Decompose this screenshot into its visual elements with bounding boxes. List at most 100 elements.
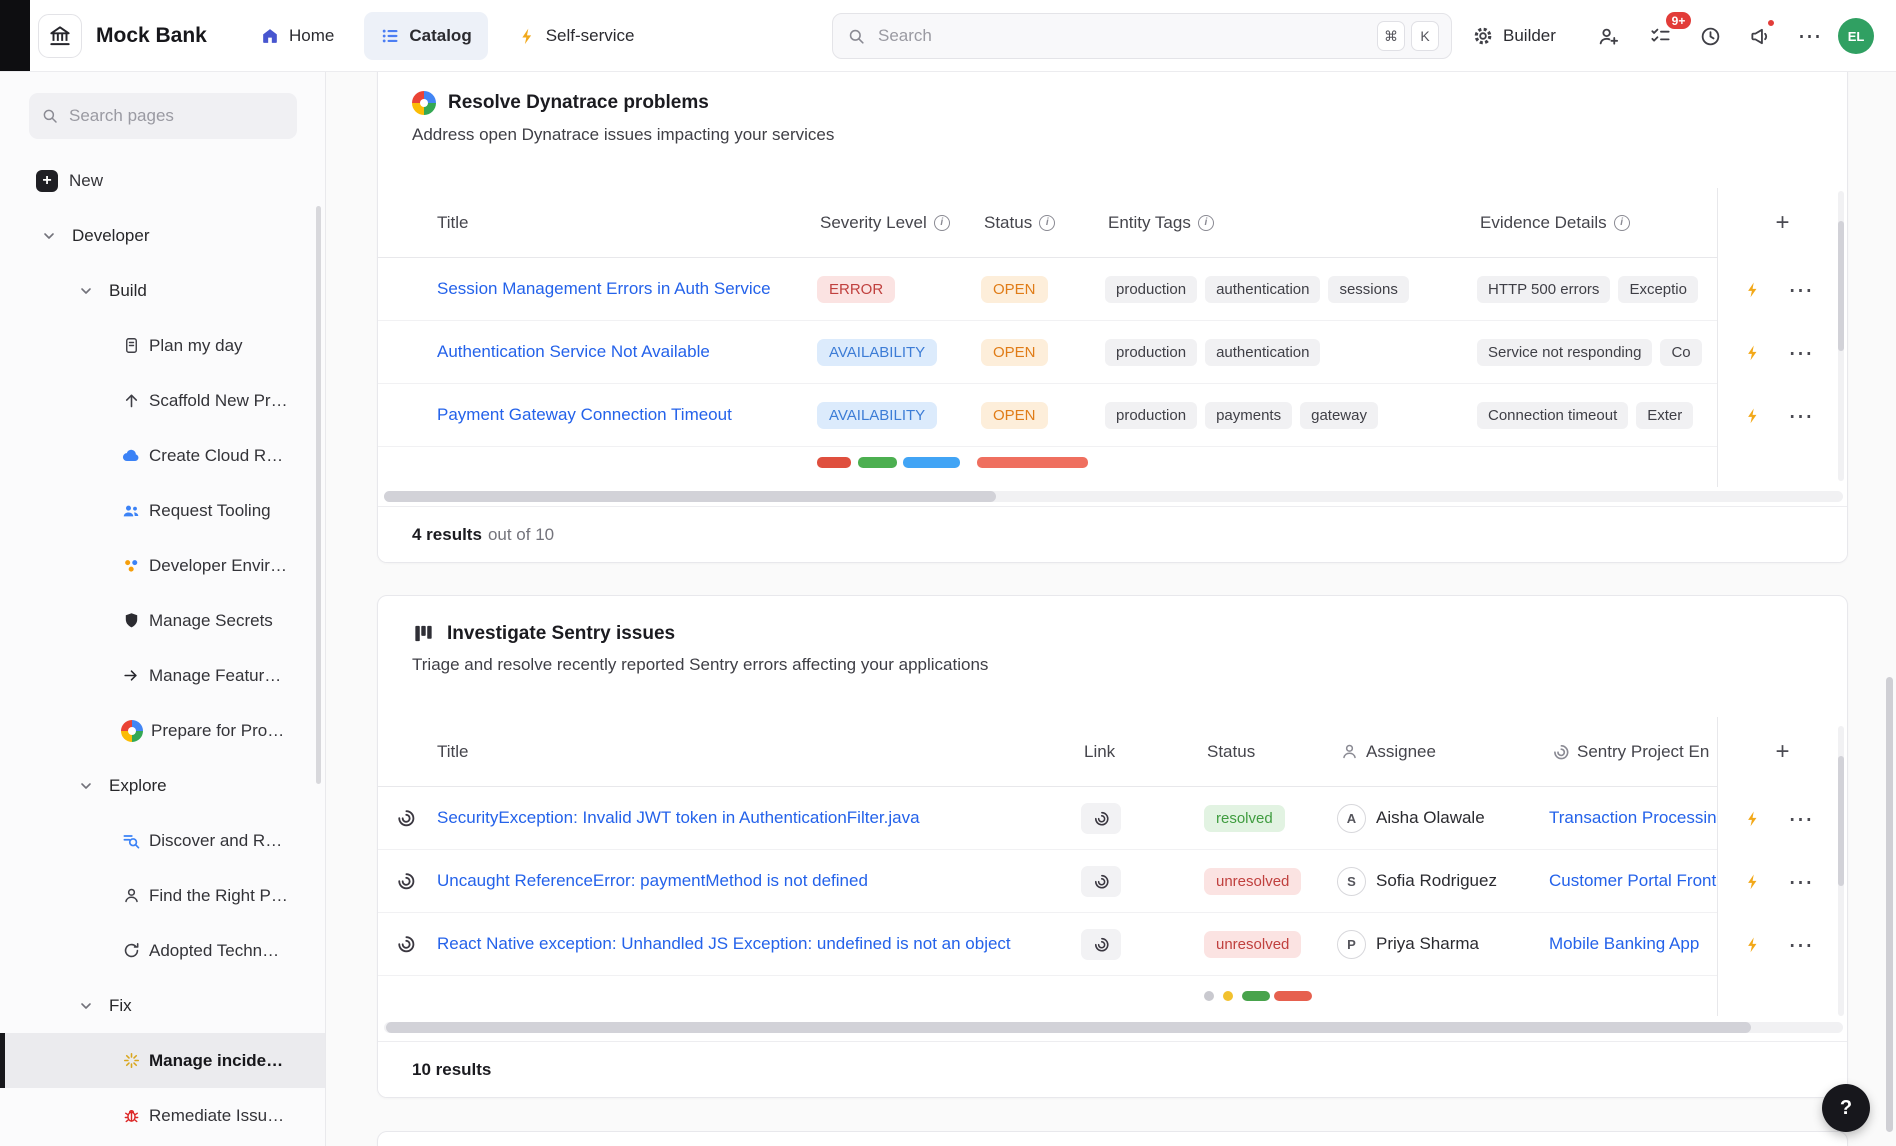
- table-header: Title Link Status Assignee Sentry Projec…: [378, 717, 1847, 787]
- severity-badge: AVAILABILITY: [817, 339, 937, 366]
- nav-catalog[interactable]: Catalog: [364, 12, 487, 60]
- issue-link[interactable]: Uncaught ReferenceError: paymentMethod i…: [437, 871, 868, 890]
- horizontal-scrollbar[interactable]: [384, 491, 1843, 502]
- sidebar-item-developer-environments[interactable]: Developer Envir…: [0, 538, 325, 593]
- page-scrollbar[interactable]: [1886, 677, 1893, 1132]
- more-button[interactable]: ⋯: [1792, 18, 1828, 54]
- tag-pill: authentication: [1205, 339, 1320, 366]
- widget-subtitle: Triage and resolve recently reported Sen…: [378, 655, 1847, 675]
- builder-button[interactable]: Builder: [1472, 0, 1556, 72]
- horizontal-scrollbar[interactable]: [384, 1022, 1843, 1033]
- global-search-input[interactable]: [878, 26, 1371, 46]
- columns-icon: [412, 622, 435, 645]
- evidence-pill: Exter: [1636, 402, 1693, 429]
- sidebar-item-remediate-issues[interactable]: Remediate Issu…: [0, 1088, 325, 1143]
- clipped-badge: [1274, 991, 1312, 1001]
- sidebar-item-adopted-technologies[interactable]: Adopted Techn…: [0, 923, 325, 978]
- sidebar-item-manage-secrets[interactable]: Manage Secrets: [0, 593, 325, 648]
- sidebar-item-manage-incidents[interactable]: Manage incide…: [0, 1033, 325, 1088]
- info-icon[interactable]: i: [1039, 215, 1055, 231]
- add-column-button[interactable]: +: [1717, 717, 1847, 787]
- status-badge: unresolved: [1204, 931, 1301, 958]
- run-action-icon[interactable]: [1744, 936, 1762, 954]
- table-row[interactable]: Payment Gateway Connection Timeout AVAIL…: [378, 384, 1847, 447]
- entity-link[interactable]: Authentication Service Not Available: [437, 342, 710, 361]
- nav-self-service[interactable]: Self-service: [502, 12, 651, 60]
- run-action-icon[interactable]: [1744, 281, 1762, 299]
- brand-name: Mock Bank: [96, 0, 207, 72]
- brand-logo[interactable]: [38, 14, 82, 58]
- entity-link[interactable]: Payment Gateway Connection Timeout: [437, 405, 732, 424]
- issue-link[interactable]: React Native exception: Unhandled JS Exc…: [437, 934, 1011, 953]
- tag-pill: production: [1105, 276, 1197, 303]
- sidebar-item-manage-features[interactable]: Manage Featur…: [0, 648, 325, 703]
- chevron-down-icon: [77, 997, 95, 1015]
- global-search[interactable]: ⌘ K: [832, 13, 1452, 59]
- sidebar-item-discover[interactable]: Discover and R…: [0, 813, 325, 868]
- sidebar-item-prepare-for-production[interactable]: Prepare for Pro…: [0, 703, 325, 758]
- search-doc-icon: [121, 831, 141, 851]
- table-row[interactable]: Authentication Service Not Available AVA…: [378, 321, 1847, 384]
- history-button[interactable]: [1692, 18, 1728, 54]
- megaphone-icon: [1749, 25, 1772, 48]
- tasks-button[interactable]: 9+: [1642, 18, 1678, 54]
- run-action-icon[interactable]: [1744, 810, 1762, 828]
- user-avatar[interactable]: EL: [1838, 18, 1874, 54]
- vertical-scrollbar[interactable]: [1838, 726, 1844, 1016]
- more-icon: ⋯: [1798, 22, 1823, 51]
- sentry-link-button[interactable]: [1081, 803, 1121, 834]
- bank-icon: [47, 23, 73, 49]
- tag-pill: sessions: [1328, 276, 1408, 303]
- table-row[interactable]: Session Management Errors in Auth Servic…: [378, 258, 1847, 321]
- sidebar-scrollbar[interactable]: [316, 206, 321, 784]
- info-icon[interactable]: i: [1198, 215, 1214, 231]
- table-row[interactable]: React Native exception: Unhandled JS Exc…: [378, 913, 1847, 976]
- sidebar-item-request-tooling[interactable]: Request Tooling: [0, 483, 325, 538]
- clipped-badge: [903, 457, 960, 468]
- nav-home[interactable]: Home: [244, 12, 350, 60]
- clipped-badge: [977, 457, 1088, 468]
- assignee-avatar: S: [1337, 867, 1366, 896]
- sidebar-item-plan-my-day[interactable]: Plan my day: [0, 318, 325, 373]
- sidebar-section-build[interactable]: Build: [0, 263, 325, 318]
- info-icon[interactable]: i: [1614, 215, 1630, 231]
- run-action-icon[interactable]: [1744, 873, 1762, 891]
- arrow-right-icon: [121, 666, 141, 686]
- project-link[interactable]: Transaction Processin: [1549, 808, 1717, 827]
- sidebar-search[interactable]: [29, 93, 297, 139]
- sidebar-section-fix[interactable]: Fix: [0, 978, 325, 1033]
- invite-user-icon: [1597, 25, 1620, 48]
- sidebar-search-input[interactable]: [69, 106, 290, 126]
- widget-subtitle: Address open Dynatrace issues impacting …: [378, 125, 1847, 145]
- sidebar-item-find-platform[interactable]: Find the Right P…: [0, 868, 325, 923]
- run-action-icon[interactable]: [1744, 407, 1762, 425]
- primary-nav: Home Catalog Self-service: [244, 12, 651, 60]
- sidebar-section-developer[interactable]: Developer: [0, 208, 325, 263]
- announcements-button[interactable]: [1742, 18, 1778, 54]
- sentry-link-button[interactable]: [1081, 866, 1121, 897]
- table-row[interactable]: Uncaught ReferenceError: paymentMethod i…: [378, 850, 1847, 913]
- vertical-scrollbar[interactable]: [1838, 191, 1844, 481]
- entity-link[interactable]: Session Management Errors in Auth Servic…: [437, 279, 771, 298]
- alert-dot: [1766, 18, 1776, 28]
- sentry-link-button[interactable]: [1081, 929, 1121, 960]
- help-button[interactable]: ?: [1822, 1084, 1870, 1132]
- sentry-icon: [396, 808, 434, 828]
- search-icon: [41, 107, 59, 125]
- clipped-badge: [858, 457, 897, 468]
- project-link[interactable]: Customer Portal Front: [1549, 871, 1716, 890]
- widget-title: Investigate Sentry issues: [447, 623, 675, 645]
- add-column-button[interactable]: +: [1717, 188, 1847, 258]
- project-link[interactable]: Mobile Banking App: [1549, 934, 1699, 953]
- info-icon[interactable]: i: [934, 215, 950, 231]
- sidebar-item-create-cloud[interactable]: Create Cloud R…: [0, 428, 325, 483]
- invite-user-button[interactable]: [1590, 18, 1626, 54]
- run-action-icon[interactable]: [1744, 344, 1762, 362]
- sidebar-item-new[interactable]: + New: [0, 153, 325, 208]
- table-row[interactable]: SecurityException: Invalid JWT token in …: [378, 787, 1847, 850]
- issue-link[interactable]: SecurityException: Invalid JWT token in …: [437, 808, 920, 827]
- main-content: Resolve Dynatrace problems Address open …: [326, 72, 1896, 1146]
- chevron-down-icon: [77, 777, 95, 795]
- sidebar-section-explore[interactable]: Explore: [0, 758, 325, 813]
- sidebar-item-scaffold-new[interactable]: Scaffold New Pr…: [0, 373, 325, 428]
